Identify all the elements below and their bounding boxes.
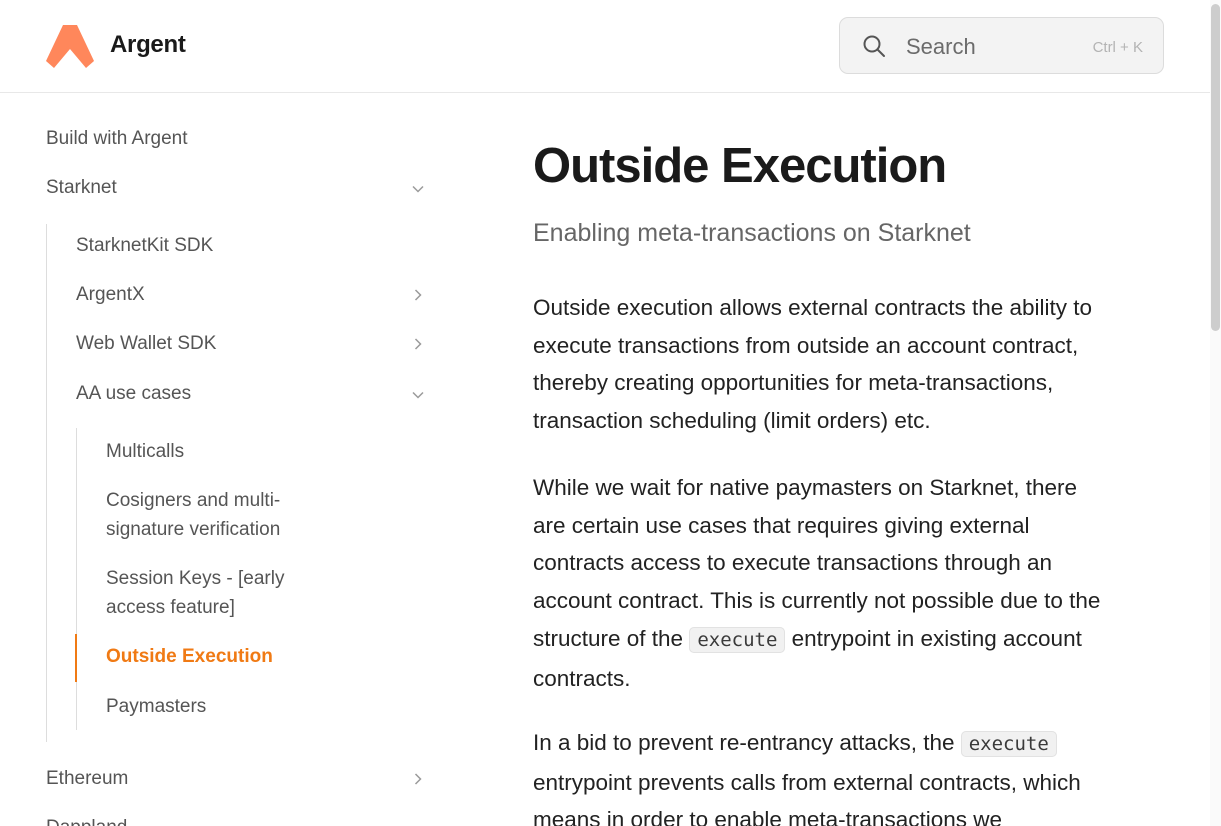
paragraph-reentrancy: In a bid to prevent re-entrancy attacks,…	[533, 724, 1103, 826]
paragraph-text: entrypoint prevents calls from external …	[533, 769, 1081, 826]
sidebar-item-cosigners-line2[interactable]: signature verification	[106, 515, 280, 544]
sidebar-item-cosigners-line1[interactable]: Cosigners and multi-	[106, 486, 280, 515]
aa-group-line	[76, 428, 77, 730]
top-header: Argent Search Ctrl + K	[0, 0, 1210, 93]
sidebar-item-session-keys-line1[interactable]: Session Keys - [early	[106, 564, 284, 593]
sidebar-item-starknet[interactable]: Starknet	[46, 173, 117, 202]
chevron-right-icon[interactable]	[411, 337, 425, 351]
sidebar-item-build-with-argent[interactable]: Build with Argent	[46, 124, 188, 153]
scrollbar-thumb[interactable]	[1211, 4, 1220, 331]
chevron-down-icon[interactable]	[411, 388, 425, 402]
sidebar-nav: Build with Argent Starknet StarknetKit S…	[0, 94, 470, 826]
sidebar-item-web-wallet-sdk[interactable]: Web Wallet SDK	[76, 329, 216, 358]
page-subtitle: Enabling meta-transactions on Starknet	[533, 219, 971, 247]
sidebar-item-multicalls[interactable]: Multicalls	[106, 437, 184, 466]
inline-code-execute: execute	[960, 731, 1057, 757]
paragraph-text: In a bid to prevent re-entrancy attacks,…	[533, 730, 961, 755]
search-box[interactable]: Search Ctrl + K	[839, 17, 1164, 74]
chevron-right-icon[interactable]	[411, 772, 425, 786]
starknet-group-line	[46, 224, 47, 742]
active-item-indicator	[75, 634, 77, 682]
sidebar-item-starknetkit-sdk[interactable]: StarknetKit SDK	[76, 231, 213, 260]
paragraph-intro: Outside execution allows external contra…	[533, 295, 1093, 434]
search-icon	[863, 35, 885, 57]
search-placeholder: Search	[906, 34, 976, 59]
sidebar-item-dappland[interactable]: Dappland	[46, 813, 127, 826]
chevron-down-icon[interactable]	[411, 182, 425, 196]
main-content: Outside Execution Enabling meta-transact…	[533, 94, 1173, 826]
sidebar-item-outside-execution[interactable]: Outside Execution	[106, 642, 273, 671]
sidebar-item-paymasters[interactable]: Paymasters	[106, 692, 206, 721]
paragraph-paymasters: While we wait for native paymasters on S…	[533, 469, 1103, 697]
paragraph-text: While we wait for native paymasters on S…	[533, 475, 1101, 651]
argent-logo-icon[interactable]	[46, 25, 94, 68]
sidebar-item-ethereum[interactable]: Ethereum	[46, 764, 128, 793]
brand-name[interactable]: Argent	[110, 31, 186, 59]
inline-code-execute: execute	[689, 626, 786, 653]
page-scrollbar[interactable]	[1210, 0, 1221, 826]
sidebar-item-session-keys-line2[interactable]: access feature]	[106, 593, 235, 622]
chevron-right-icon[interactable]	[411, 288, 425, 302]
sidebar-item-aa-use-cases[interactable]: AA use cases	[76, 379, 191, 408]
page-title: Outside Execution	[533, 139, 947, 193]
sidebar-item-argentx[interactable]: ArgentX	[76, 280, 145, 309]
search-shortcut-hint: Ctrl + K	[1092, 39, 1143, 56]
